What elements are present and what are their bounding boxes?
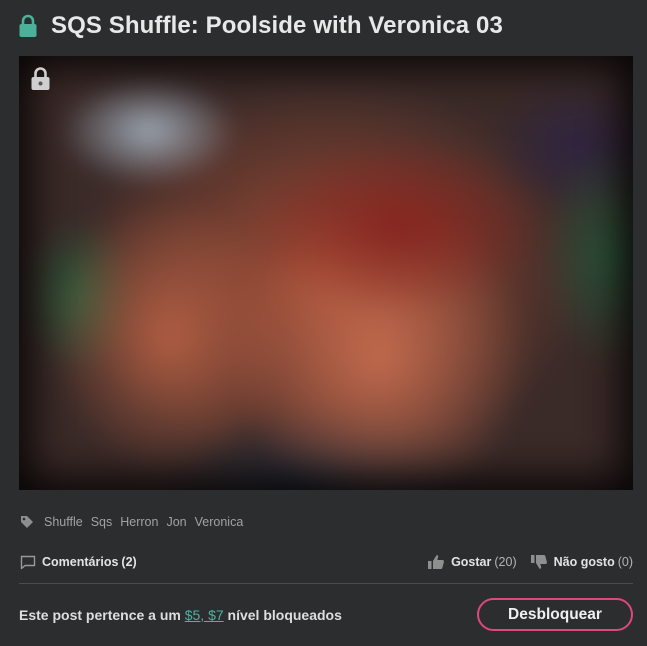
comments-button[interactable]: Comentários (2) — [20, 555, 137, 570]
dislike-button[interactable]: Não gosto (0) — [530, 554, 633, 570]
unlock-button[interactable]: Desbloquear — [477, 598, 633, 631]
tag-jon[interactable]: Jon — [166, 515, 186, 529]
comments-count: (2) — [121, 555, 137, 569]
divider — [19, 583, 633, 584]
thumbs-up-icon — [428, 555, 445, 569]
note-suffix: nível bloqueados — [227, 606, 342, 623]
tag-list: Shuffle Sqs Herron Jon Veronica — [20, 512, 251, 532]
page-title: SQS Shuffle: Poolside with Veronica 03 — [51, 12, 503, 39]
comment-icon — [20, 555, 36, 569]
locked-note: Este post pertence a um $5, $7 nível blo… — [19, 607, 342, 623]
locked-media-preview[interactable] — [19, 56, 633, 490]
post-actions: Comentários (2) Gostar (20) Não gosto (0… — [20, 550, 633, 574]
like-count: (20) — [494, 555, 517, 569]
like-label: Gostar — [451, 555, 492, 569]
tag-sqs[interactable]: Sqs — [91, 515, 113, 529]
comments-label: Comentários — [42, 555, 119, 569]
thumbs-down-icon — [530, 555, 547, 569]
dislike-count: (0) — [617, 555, 633, 569]
note-prefix: Este post pertence a um — [19, 606, 181, 623]
locked-footer: Este post pertence a um $5, $7 nível blo… — [19, 598, 633, 631]
tag-icon — [21, 516, 33, 528]
lock-icon — [19, 14, 37, 37]
lock-icon — [31, 67, 50, 90]
tier-link[interactable]: $5, $7 — [185, 607, 224, 623]
tag-herron[interactable]: Herron — [120, 515, 158, 529]
like-button[interactable]: Gostar (20) — [427, 554, 517, 570]
tag-veronica[interactable]: Veronica — [195, 515, 244, 529]
dislike-label: Não gosto — [553, 555, 615, 569]
tag-shuffle[interactable]: Shuffle — [44, 515, 83, 529]
post-header: SQS Shuffle: Poolside with Veronica 03 — [18, 10, 637, 42]
